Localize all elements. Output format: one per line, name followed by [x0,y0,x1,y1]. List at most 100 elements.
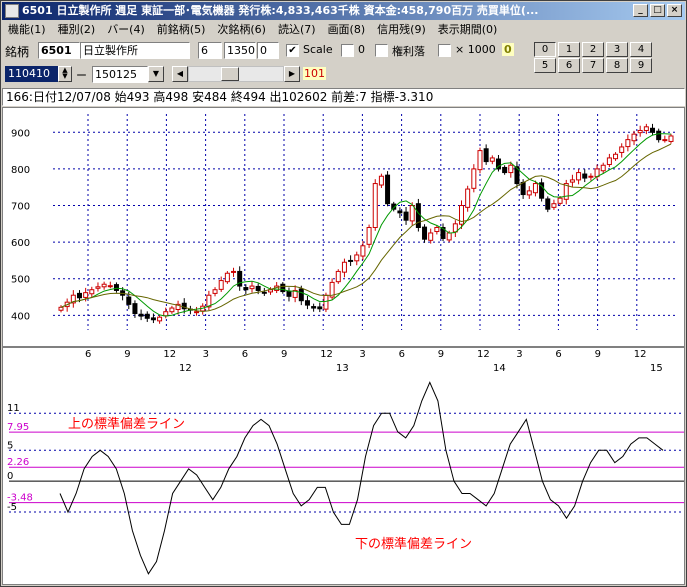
date-from-spinner[interactable]: ▲ ▼ [58,66,72,82]
application-window: 6501 日立製作所 週足 東証一部･電気機器 発行株:4,833,463千株 … [0,0,687,587]
candle-body [76,292,82,299]
price-y-tick-label: 700 [11,202,30,213]
price-y-tick-label: 500 [11,275,30,286]
zero-checkbox[interactable] [341,44,354,57]
oscillator-y-tick-label: -5 [7,502,17,513]
menu-type[interactable]: 種別(2) [52,21,102,39]
data-status-line: 166:日付12/07/08 始493 高498 安484 終494 出1026… [2,88,685,106]
candle-body [643,126,649,131]
close-button[interactable]: × [667,4,682,17]
candle-body [323,294,329,310]
oscillator-y-tick-label: 0 [7,471,13,482]
price-y-tick-label: 900 [11,128,30,139]
window-title: 6501 日立製作所 週足 東証一部･電気機器 発行株:4,833,463千株 … [22,4,539,17]
candle-body [212,289,218,294]
app-icon [5,4,19,18]
date-to-field[interactable]: 150125 [92,66,148,83]
title-bar[interactable]: 6501 日立製作所 週足 東証一部･電気機器 発行株:4,833,463千株 … [2,2,685,20]
price-x-month-label: 6 [242,349,248,360]
rights-checkbox[interactable] [375,44,388,57]
candle-body [218,280,224,290]
candle-body [631,133,637,142]
candle-body [150,317,156,321]
name-input[interactable]: 日立製作所 [80,42,190,59]
menu-screen[interactable]: 画面(8) [322,21,372,39]
number-button-4[interactable]: 4 [630,42,652,57]
candle-body [606,157,612,166]
price-x-year-label: 12 [179,363,192,374]
price-x-month-label: 12 [634,349,647,360]
candle-body [317,306,323,310]
menu-margin[interactable]: 信用残(9) [371,21,432,39]
number-button-0[interactable]: 0 [534,42,556,57]
menu-bar: 機能(1) 種別(2) バー(4) 前銘柄(5) 次銘柄(6) 読込(7) 画面… [2,21,685,39]
price-y-tick-label: 400 [11,311,30,322]
number-button-3[interactable]: 3 [606,42,628,57]
param-c-input[interactable]: 0 [257,42,279,59]
price-x-month-label: 6 [399,349,405,360]
candle-body [89,289,95,295]
chart-canvas: 900800700600500400 6 9 12 3 6 9 12 3 6 9 12 3 6 9 1212… [3,114,684,575]
lower-band-annotation: 下の標準偏差ライン [355,536,472,552]
candle-body [107,285,113,288]
menu-prev-symbol[interactable]: 前銘柄(5) [151,21,212,39]
candle-body [366,226,372,245]
price-x-month-label: 6 [555,349,561,360]
toolbar-row-2: 110410 ▲ ▼ ー 150125 ▼ ◀ ▶ 101 [2,65,685,85]
price-x-year-label: 14 [493,363,506,374]
price-x-year-label: 15 [650,363,663,374]
candle-body [372,183,378,228]
candle-body [656,130,662,141]
candle-body [508,164,514,174]
candle-body [360,245,366,257]
candle-body [126,296,132,305]
candle-body [385,174,391,205]
bars-count: 101 [303,67,326,80]
candle-body [588,175,594,178]
candle-body [249,285,255,290]
date-from-field[interactable]: 110410 [5,66,59,82]
maximize-button[interactable]: □ [650,4,665,17]
candle-body [224,272,230,283]
number-button-2[interactable]: 2 [582,42,604,57]
date-to-dropdown-icon[interactable]: ▼ [148,66,164,82]
price-y-tick-label: 600 [11,238,30,249]
thousand-label: × 1000 [455,43,496,56]
price-x-month-label: 9 [124,349,130,360]
menu-bar-type[interactable]: バー(4) [101,21,151,39]
candle-body [231,270,237,273]
scale-checkbox[interactable]: ✔ [286,44,299,57]
price-x-month-label: 12 [320,349,333,360]
scrollbar-thumb[interactable] [221,67,239,81]
candle-body [304,300,310,306]
price-x-month-label: 9 [595,349,601,360]
tag-value: 0 [502,43,514,56]
price-x-month-label: 3 [203,349,209,360]
chart-area[interactable]: 900 800 700 600 500 400 6 9 12 3 6 9 12 3 6 9 12 3 6 9 12 12… [2,107,685,585]
menu-display-period[interactable]: 表示期間(0) [432,21,504,39]
scroll-right-button[interactable]: ▶ [284,66,300,82]
menu-function[interactable]: 機能(1) [2,21,52,39]
scroll-left-button[interactable]: ◀ [172,66,188,82]
param-b-input[interactable]: 1350 [224,42,256,59]
menu-next-symbol[interactable]: 次銘柄(6) [211,21,272,39]
code-label: 銘柄 [5,45,30,59]
period-scrollbar[interactable] [188,66,284,82]
candle-body [465,188,471,208]
rights-label: 権利落 [392,45,425,58]
code-input[interactable]: 6501 [38,42,80,59]
param-a-input[interactable]: 6 [198,42,222,59]
range-dash: ー [76,69,87,82]
oscillator-y-tick-label: 11 [7,403,20,414]
oscillator-y-ticks: 117.9552.260-3.48-5 [7,403,33,513]
candle-body [157,316,163,322]
menu-load[interactable]: 読込(7) [272,21,322,39]
candle-body [576,172,582,181]
candle-body [169,307,175,313]
number-button-1[interactable]: 1 [558,42,580,57]
candle-body [341,261,347,273]
candle-body [144,313,150,319]
candle-body [101,283,107,288]
thousand-checkbox[interactable] [438,44,451,57]
minimize-button[interactable]: _ [633,4,648,17]
